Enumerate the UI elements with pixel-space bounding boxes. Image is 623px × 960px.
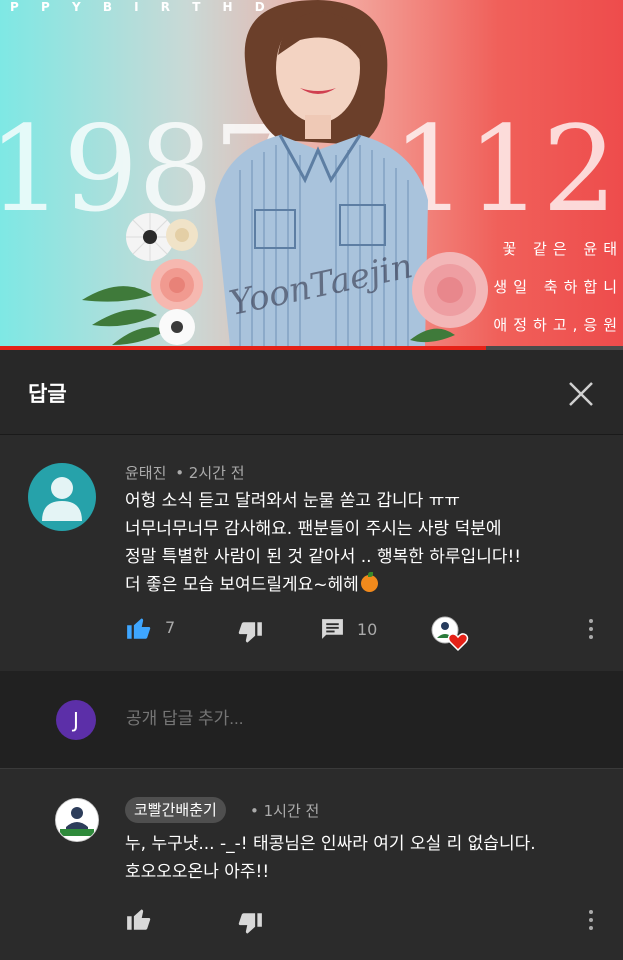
comment-line: 누, 누구냣... -_-! 태콩님은 인싸라 여기 오실 리 없습니다. (125, 834, 536, 854)
like-count: 7 (165, 618, 176, 637)
avatar-image (56, 799, 98, 841)
thumbs-down-icon (238, 913, 262, 934)
reply-comment: 코빨간배춘기 • 1시간 전 누, 누구냣... -_-! 태콩님은 인싸라 여… (0, 769, 623, 960)
reply-input[interactable] (124, 708, 588, 730)
comment-body: 어헝 소식 듣고 달려와서 눈물 쏟고 갑니다 ㅠㅠ 너무너무너무 감사해요. … (125, 487, 521, 599)
more-options-icon[interactable] (589, 619, 595, 639)
comment-line: 어헝 소식 듣고 달려와서 눈물 쏟고 갑니다 ㅠㅠ (125, 491, 460, 511)
comment-author[interactable]: 윤태진 (125, 464, 166, 482)
creator-heart (431, 616, 471, 652)
comment-line: 정말 특별한 사람이 된 것 같아서 .. 행복한 하루입니다!! (125, 547, 522, 567)
comment-line: 너무너무너무 감사해요. 팬분들이 주시는 사랑 덕분에 (125, 519, 502, 539)
avatar[interactable] (55, 798, 99, 842)
avatar: J (56, 700, 96, 740)
thumbs-up-icon (127, 618, 151, 639)
comment-body: 누, 누구냣... -_-! 태콩님은 인싸라 여기 오실 리 없습니다. 호오… (125, 830, 536, 886)
reply-count-button[interactable]: 10 (320, 617, 377, 642)
dislike-button[interactable] (236, 621, 263, 646)
comment-header: 윤태진 • 2시간 전 (125, 462, 245, 483)
reply-count: 10 (357, 620, 378, 639)
comment-line: 더 좋은 모습 보여드릴게요~헤헤 (125, 575, 359, 595)
like-button[interactable]: 7 (126, 615, 175, 640)
overlay-text-line2: 생일 축하합니 (493, 278, 623, 296)
more-options-icon[interactable] (589, 910, 595, 930)
page-title: 답글 (28, 382, 67, 406)
heart-icon (431, 616, 469, 652)
overlay-text-line1: 꽃 같은 윤태 (502, 240, 623, 258)
main-comment: 윤태진 • 2시간 전 어헝 소식 듣고 달려와서 눈물 쏟고 갑니다 ㅠㅠ 너… (0, 435, 623, 671)
replies-header: 답글 (0, 350, 623, 435)
comment-time: • 1시간 전 (250, 802, 320, 820)
rose-decoration (410, 252, 488, 343)
avatar[interactable] (28, 463, 96, 531)
add-reply-box: J (0, 672, 623, 769)
like-button[interactable] (126, 906, 153, 931)
thumbs-up-icon (127, 909, 151, 930)
dislike-button[interactable] (236, 912, 263, 937)
tangerine-emoji-icon (360, 572, 378, 592)
thumbs-down-icon (238, 622, 262, 643)
overlay-text-line3: 애정하고,응원 (493, 316, 623, 334)
person-icon (42, 477, 82, 521)
comment-line: 호오오오온나 아주!! (125, 862, 270, 882)
comment-author[interactable]: 코빨간배춘기 (125, 797, 226, 823)
comment-time: • 2시간 전 (175, 464, 245, 482)
close-icon[interactable] (565, 378, 597, 410)
comment-icon (322, 619, 343, 639)
video-player[interactable]: P P Y B I R T H D A Y 1987 1125 YoonTaej… (0, 0, 623, 346)
